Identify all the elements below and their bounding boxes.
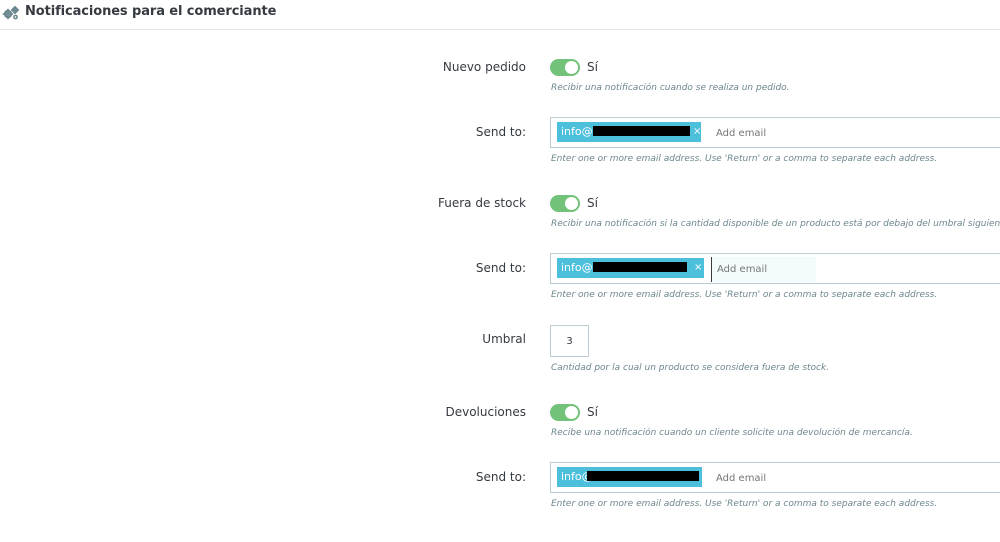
fuera-de-stock-email-field[interactable]: info@ ×	[550, 253, 1000, 284]
panel-title: Notificaciones para el comerciante	[25, 4, 277, 19]
toggle-knob	[565, 61, 578, 74]
email-tag[interactable]: info@ ×	[557, 258, 704, 278]
fuera-de-stock-email-help: Enter one or more email address. Use 'Re…	[551, 290, 938, 300]
email-tag-text: info@	[561, 261, 593, 274]
fuera-de-stock-email-input[interactable]	[711, 257, 816, 282]
fuera-de-stock-label: Fuera de stock	[438, 196, 526, 210]
redaction-bar	[593, 262, 687, 272]
umbral-input[interactable]	[550, 325, 589, 357]
email-tag[interactable]: info@	[557, 467, 702, 487]
toggle-knob	[565, 197, 578, 210]
nuevo-pedido-email-help: Enter one or more email address. Use 'Re…	[551, 154, 938, 164]
nuevo-pedido-toggle-value: Sí	[587, 60, 598, 74]
devoluciones-email-input[interactable]	[711, 467, 851, 489]
toggle-knob	[565, 406, 578, 419]
redaction-bar	[593, 126, 690, 136]
fuera-de-stock-toggle-value: Sí	[587, 196, 598, 210]
fuera-de-stock-toggle[interactable]	[550, 195, 580, 212]
nuevo-pedido-label: Nuevo pedido	[442, 60, 526, 74]
devoluciones-send-to-label: Send to:	[475, 470, 526, 484]
redaction-bar	[587, 471, 699, 481]
devoluciones-email-help: Enter one or more email address. Use 'Re…	[551, 499, 938, 509]
devoluciones-help: Recibe una notificación cuando un client…	[551, 428, 913, 438]
nuevo-pedido-email-input[interactable]	[711, 122, 851, 144]
nuevo-pedido-email-field[interactable]: info@ ×	[550, 117, 1000, 148]
email-tag[interactable]: info@ ×	[557, 122, 701, 142]
devoluciones-email-field[interactable]: info@	[550, 462, 1000, 493]
devoluciones-toggle[interactable]	[550, 404, 580, 421]
umbral-help: Cantidad por la cual un producto se cons…	[551, 363, 830, 373]
umbral-label: Umbral	[482, 332, 526, 346]
email-tag-text: info@	[561, 125, 593, 138]
devoluciones-toggle-value: Sí	[587, 405, 598, 419]
fuera-de-stock-help: Recibir una notificación si la cantidad …	[551, 219, 1000, 229]
panel-header: Notificaciones para el comerciante	[0, 0, 1000, 30]
remove-tag-icon[interactable]: ×	[693, 122, 701, 142]
gears-icon	[2, 6, 19, 20]
devoluciones-label: Devoluciones	[445, 405, 526, 419]
nuevo-pedido-help: Recibir una notificación cuando se reali…	[551, 83, 790, 93]
remove-tag-icon[interactable]: ×	[694, 258, 702, 278]
nuevo-pedido-send-to-label: Send to:	[475, 125, 526, 139]
nuevo-pedido-toggle[interactable]	[550, 59, 580, 76]
fuera-de-stock-send-to-label: Send to:	[475, 261, 526, 275]
